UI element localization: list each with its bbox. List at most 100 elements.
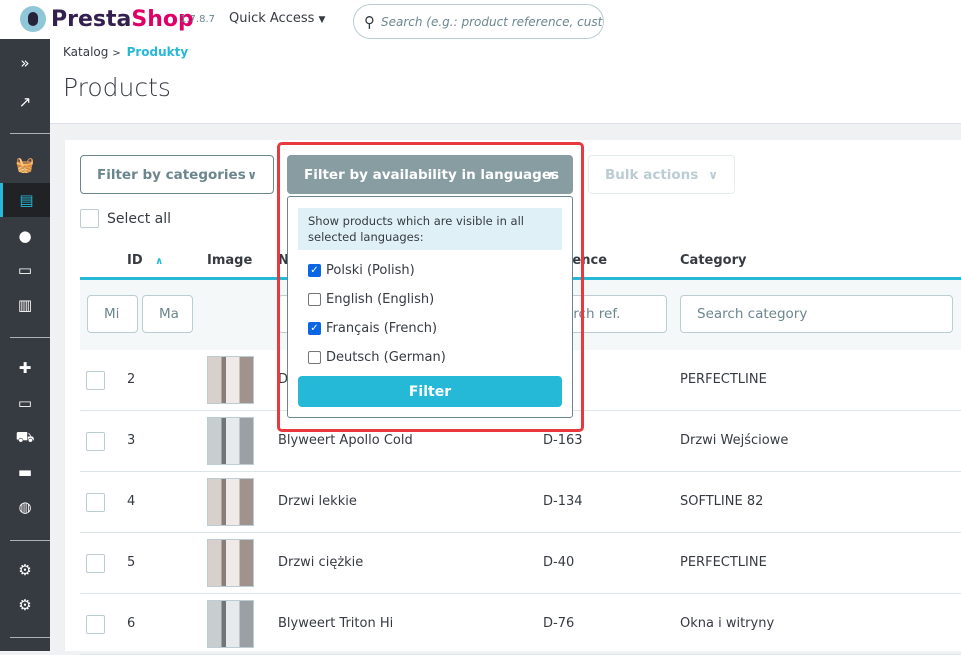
cell-category: Drzwi Wejściowe [680, 433, 789, 448]
filter-languages-label: Filter by availability in languages [304, 166, 560, 183]
bulk-actions-button[interactable]: Bulk actions ∨ [588, 155, 735, 194]
messages-icon[interactable]: ▭ [0, 253, 50, 287]
breadcrumb-sep: > [112, 48, 121, 59]
table-row[interactable]: 5 Drzwi ciężkie D-40 PERFECTLINE [80, 533, 961, 594]
breadcrumb-current[interactable]: Produkty [127, 45, 189, 59]
select-all-label: Select all [107, 210, 171, 227]
chevron-down-icon: ∨ [247, 168, 257, 182]
catalog-icon[interactable]: ▤ [0, 183, 50, 217]
dropdown-info: Show products which are visible in all s… [298, 208, 562, 250]
cell-name[interactable]: Drzwi lekkie [278, 494, 357, 509]
search-input[interactable]: ⚲ Search (e.g.: product reference, custon [353, 4, 604, 39]
design-icon[interactable]: ▭ [0, 386, 50, 420]
search-placeholder: Search (e.g.: product reference, custon [381, 14, 604, 29]
filter-categories-label: Filter by categories [97, 166, 246, 183]
column-category[interactable]: Category [680, 253, 746, 268]
sidebar: » ↗ 🧺 ▤ ● ▭ ▥ ✚ ▭ ⛟ ▬ ◍ ⚙ ⚙ [0, 39, 50, 651]
column-image: Image [207, 253, 253, 268]
select-all[interactable]: Select all [80, 209, 171, 228]
prestashop-logo[interactable]: PrestaShop [20, 6, 194, 32]
sort-asc-icon: ∧ [155, 256, 164, 267]
product-thumbnail[interactable] [207, 539, 254, 587]
id-max-input[interactable]: Ma [142, 295, 193, 333]
language-label: Polski (Polish) [326, 263, 415, 278]
language-label: Deutsch (German) [326, 350, 446, 365]
cell-name[interactable]: Blyweert Triton Hi [278, 616, 393, 631]
brand-text: Presta [51, 6, 132, 32]
filter-button[interactable]: Filter [298, 376, 562, 407]
top-header: PrestaShop 1.7.8.7 Quick Access ▼ ⚲ Searc… [0, 0, 961, 39]
cell-id: 4 [127, 494, 136, 509]
settings-icon[interactable]: ⚙ [0, 553, 50, 587]
row-checkbox[interactable] [86, 493, 105, 512]
cell-id: 5 [127, 555, 136, 570]
breadcrumb: Katalog > Produkty [63, 45, 188, 59]
version-label: 1.7.8.7 [180, 14, 215, 25]
dashboard-icon[interactable]: ↗ [0, 85, 50, 119]
id-min-input[interactable]: Mi [87, 295, 138, 333]
stats-icon[interactable]: ▥ [0, 288, 50, 322]
customers-icon[interactable]: ● [0, 219, 50, 253]
product-thumbnail[interactable] [207, 356, 254, 404]
chevron-down-icon: ∨ [708, 168, 718, 182]
language-checkbox[interactable] [308, 351, 321, 364]
page-header: Katalog > Produkty Products [50, 39, 961, 124]
row-checkbox[interactable] [86, 615, 105, 634]
product-thumbnail[interactable] [207, 417, 254, 465]
column-id-label: ID [127, 253, 143, 268]
cell-id: 3 [127, 433, 136, 448]
puffin-logo-icon [20, 6, 46, 32]
column-id[interactable]: ID ∧ [127, 253, 163, 268]
language-option[interactable]: English (English) [308, 292, 434, 307]
cell-reference: D-163 [543, 433, 583, 448]
cell-category: PERFECTLINE [680, 555, 767, 570]
shipping-icon[interactable]: ⛟ [0, 421, 50, 455]
orders-icon[interactable]: 🧺 [0, 148, 50, 182]
cell-category: PERFECTLINE [680, 372, 767, 387]
language-option[interactable]: Deutsch (German) [308, 350, 446, 365]
product-thumbnail[interactable] [207, 478, 254, 526]
cell-id: 2 [127, 372, 136, 387]
filter-categories-button[interactable]: Filter by categories ∨ [80, 155, 274, 194]
breadcrumb-katalog[interactable]: Katalog [63, 45, 108, 59]
payment-icon[interactable]: ▬ [0, 455, 50, 489]
divider [10, 540, 50, 541]
select-all-checkbox[interactable] [80, 209, 99, 228]
language-checkbox[interactable]: ✓ [308, 322, 321, 335]
quick-access-menu[interactable]: Quick Access ▼ [229, 11, 325, 26]
row-checkbox[interactable] [86, 371, 105, 390]
advanced-settings-icon[interactable]: ⚙ [0, 588, 50, 622]
language-option[interactable]: ✓ Polski (Polish) [308, 263, 415, 278]
international-icon[interactable]: ◍ [0, 490, 50, 524]
cell-reference: D-40 [543, 555, 575, 570]
language-label: Français (French) [326, 321, 438, 336]
expand-icon[interactable]: » [0, 46, 50, 80]
cell-reference: D-134 [543, 494, 583, 509]
modules-icon[interactable]: ✚ [0, 351, 50, 385]
language-option[interactable]: ✓ Français (French) [308, 321, 437, 336]
table-row[interactable]: 6 Blyweert Triton Hi D-76 Okna i witryny [80, 594, 961, 655]
divider [10, 337, 50, 338]
page-title: Products [63, 73, 171, 102]
cell-category: Okna i witryny [680, 616, 775, 631]
cell-name[interactable]: Drzwi ciężkie [278, 555, 363, 570]
cell-category: SOFTLINE 82 [680, 494, 764, 509]
filter-languages-button[interactable]: Filter by availability in languages ∧ [287, 155, 573, 194]
table-row[interactable]: 3 Blyweert Apollo Cold D-163 Drzwi Wejśc… [80, 411, 961, 472]
language-checkbox[interactable]: ✓ [308, 264, 321, 277]
row-checkbox[interactable] [86, 554, 105, 573]
quick-access-label: Quick Access [229, 11, 315, 26]
bulk-actions-label: Bulk actions [605, 166, 699, 183]
language-checkbox[interactable] [308, 293, 321, 306]
category-filter-input[interactable]: Search category [680, 295, 953, 333]
row-checkbox[interactable] [86, 432, 105, 451]
divider [10, 637, 50, 638]
language-label: English (English) [326, 292, 435, 307]
cell-reference: D-76 [543, 616, 575, 631]
product-thumbnail[interactable] [207, 600, 254, 648]
table-row[interactable]: 4 Drzwi lekkie D-134 SOFTLINE 82 [80, 472, 961, 533]
chevron-up-icon: ∧ [546, 168, 556, 182]
search-icon: ⚲ [364, 12, 375, 31]
cell-name[interactable]: Blyweert Apollo Cold [278, 433, 413, 448]
divider [10, 133, 50, 134]
